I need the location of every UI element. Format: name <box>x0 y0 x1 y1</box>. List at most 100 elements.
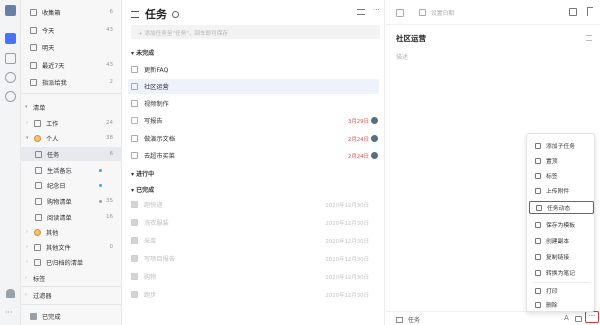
done-task-row[interactable]: 购物 2020年12月30日 <box>131 269 380 284</box>
task-checkbox-checked[interactable] <box>131 219 138 226</box>
done-task-row[interactable]: 洗衣服装 2020年12月30日 <box>131 215 380 230</box>
sidebar-item-tomorrow[interactable]: 明天 <box>21 40 121 54</box>
print-icon <box>535 287 541 294</box>
hierarchy-icon[interactable] <box>569 8 577 16</box>
detail-footer-list[interactable]: 任务 <box>396 315 420 324</box>
task-checkbox[interactable] <box>131 83 138 90</box>
sidebar-item-next7days[interactable]: 最近7天 43 <box>21 58 121 72</box>
task-checkbox[interactable] <box>131 152 138 159</box>
task-row[interactable]: 去超市买菜 2月24日 <box>131 148 380 163</box>
task-row-selected[interactable]: 社区运营 <box>128 79 379 94</box>
pomodoro-icon[interactable] <box>5 72 16 83</box>
more-options-icon[interactable]: ··· <box>373 6 380 14</box>
detail-checkbox[interactable] <box>396 8 404 17</box>
sidebar-item-today[interactable]: 今天 43 <box>21 23 121 37</box>
done-task-row[interactable]: 跑快递 2020年12月30日 <box>131 197 380 212</box>
task-checkbox[interactable] <box>131 117 138 124</box>
task-checkbox-checked[interactable] <box>131 237 138 244</box>
list-section-header[interactable]: ▾ 清单 <box>21 100 121 114</box>
sidebar-folder-other-files[interactable]: › 其他文件 0 <box>21 240 121 254</box>
share-person-icon[interactable] <box>172 10 179 18</box>
task-checkbox-checked[interactable] <box>131 291 138 298</box>
sidebar-list-tasks[interactable]: 任务 6 <box>21 147 121 161</box>
notification-icon[interactable] <box>6 289 15 298</box>
page-title: 任务 <box>145 8 167 21</box>
trash-icon <box>535 301 541 308</box>
menu-item-copy-link[interactable]: 复制链接 <box>529 250 594 263</box>
calendar-icon[interactable] <box>5 53 16 64</box>
text-icon[interactable]: A <box>564 314 569 322</box>
menu-item-save-as-template[interactable]: 保存为模板 <box>529 218 594 231</box>
chevron-right-icon: › <box>26 120 28 126</box>
sidebar-list-life-memo[interactable]: 生活备忘 <box>21 163 121 177</box>
task-checkbox-checked[interactable] <box>131 201 138 208</box>
menu-item-pin[interactable]: 置顶 <box>529 154 594 167</box>
task-row[interactable]: 做演示文档 2月24日 <box>131 131 380 146</box>
group-header-incomplete[interactable]: ▾ 未完成 <box>131 48 154 57</box>
menu-item-tags[interactable]: 标签 <box>529 169 594 182</box>
menu-item-delete[interactable]: 删除 <box>529 298 594 311</box>
menu-item-print[interactable]: 打印 <box>529 284 594 297</box>
archive-icon <box>34 258 41 266</box>
due-date: 3月29日 <box>347 118 369 125</box>
task-checkbox[interactable] <box>131 66 138 73</box>
sidebar-item-assigned[interactable]: 指派给我 2 <box>21 75 121 89</box>
sidebar-list-reading[interactable]: 阅读清单 16 <box>21 210 121 224</box>
chevron-right-icon: › <box>26 259 28 265</box>
flag-icon[interactable] <box>587 7 593 16</box>
menu-item-add-subtask[interactable]: 添加子任务 <box>529 139 594 152</box>
set-date-button[interactable]: 设置日期 <box>431 8 454 17</box>
list-icon <box>396 316 403 323</box>
sidebar-folder-work[interactable]: › 工作 24 <box>21 116 121 130</box>
sidebar-list-anniversary[interactable]: 纪念日 <box>21 178 121 192</box>
note-icon <box>535 269 541 276</box>
task-checkbox-checked[interactable] <box>131 255 138 262</box>
task-list-panel: 任务 ··· + 添加任务至"任务"，回车即可保存 ▾ 未完成 更新FAQ 社区… <box>122 0 385 325</box>
task-row[interactable]: 写报告 3月29日 <box>131 113 380 128</box>
group-header-in-progress[interactable]: ▾ 进行中 <box>131 169 154 178</box>
menu-toggle-icon[interactable] <box>131 10 139 18</box>
sidebar-item-inbox[interactable]: 收集箱 6 <box>21 5 121 19</box>
sidebar-list-shopping[interactable]: 购物清单 35 <box>21 194 121 208</box>
done-task-row[interactable]: 写项目报告 2020年12月30日 <box>131 251 380 266</box>
sidebar-tags-header[interactable]: › 标签 <box>21 271 121 285</box>
done-task-row[interactable]: 采菜 2020年12月30日 <box>131 233 380 248</box>
menu-item-upload-attachment[interactable]: 上传附件 <box>529 184 594 197</box>
date-picker-icon[interactable] <box>419 9 426 16</box>
add-task-input[interactable]: + 添加任务至"任务"，回车即可保存 <box>131 25 380 39</box>
more-menu-button[interactable]: ··· <box>585 311 599 323</box>
done-task-row[interactable]: 跑步 2020年12月30日 <box>131 287 380 302</box>
sidebar-folder-personal[interactable]: ▾ 个人 38 <box>21 131 121 145</box>
completed-date: 2020年12月30日 <box>325 274 369 281</box>
group-header-done[interactable]: ▾ 已完成 <box>131 185 154 194</box>
task-checkbox[interactable] <box>131 135 138 142</box>
more-icon[interactable]: ··· <box>5 308 13 317</box>
completed-date: 2020年12月30日 <box>325 292 369 299</box>
sidebar-archived-lists[interactable]: › 已归档的清单 <box>21 255 121 269</box>
list-icon <box>35 150 42 158</box>
sidebar-filters-header[interactable]: › 过滤器 <box>21 288 121 302</box>
menu-item-task-activity[interactable]: 任务动态 <box>529 201 594 214</box>
menu-item-duplicate[interactable]: 创建副本 <box>529 234 594 247</box>
avatar[interactable] <box>5 5 16 16</box>
task-checkbox[interactable] <box>131 100 138 107</box>
sidebar-item-completed[interactable]: 已完成 <box>21 309 121 323</box>
text-format-icon[interactable] <box>586 35 592 41</box>
task-row[interactable]: 更新FAQ <box>131 62 380 77</box>
menu-item-convert-to-note[interactable]: 转换为笔记 <box>529 266 594 279</box>
detail-header: 设置日期 <box>396 8 454 17</box>
task-more-menu: 添加子任务 置顶 标签 上传附件 任务动态 保存为模板 创建副本 复制链接 转换… <box>526 133 595 312</box>
sort-icon[interactable] <box>357 9 365 15</box>
assignee-avatar <box>371 117 378 124</box>
comment-icon[interactable] <box>575 316 582 322</box>
search-icon[interactable] <box>5 91 16 102</box>
task-row[interactable]: 视频制作 <box>131 96 380 111</box>
task-description[interactable]: 描述 <box>396 52 408 61</box>
list-icon <box>35 181 42 189</box>
sidebar-folder-other[interactable]: › 其他 <box>21 225 121 239</box>
task-title[interactable]: 社区运营 <box>396 33 426 44</box>
completed-date: 2020年12月30日 <box>325 238 369 245</box>
task-checkbox-icon[interactable] <box>5 33 16 44</box>
task-checkbox-checked[interactable] <box>131 273 138 280</box>
subtask-icon <box>535 142 541 149</box>
